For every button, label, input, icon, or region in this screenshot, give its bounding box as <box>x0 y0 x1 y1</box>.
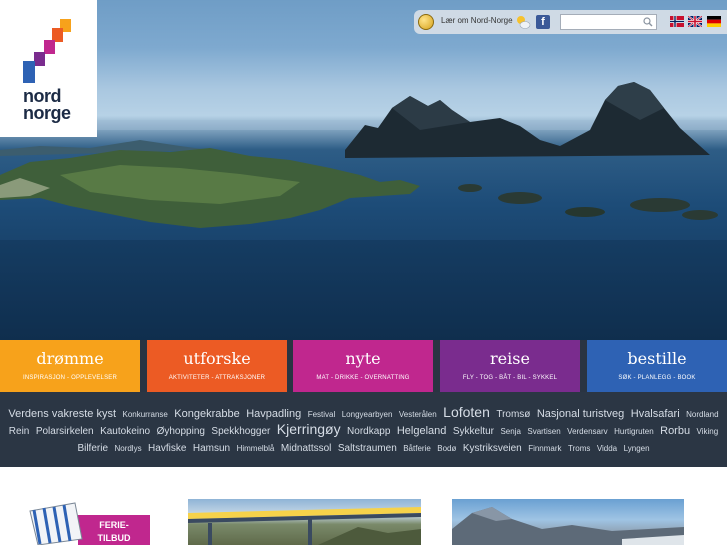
norwegian-flag-icon[interactable] <box>670 16 684 27</box>
tag-link[interactable]: Kautokeino <box>100 426 150 437</box>
ferie-tilbud-promo[interactable]: FERIE- TILBUD <box>20 501 150 545</box>
tile-title: utforske <box>183 349 251 368</box>
english-flag-icon[interactable] <box>688 16 702 27</box>
tile-nyte[interactable]: nyte MAT - DRIKKE - OVERNATTING <box>293 340 433 392</box>
featured-image-bridge[interactable] <box>188 499 421 545</box>
search-input[interactable] <box>560 14 657 30</box>
tag-link[interactable]: Nordlys <box>114 444 141 453</box>
facebook-icon[interactable]: f <box>536 15 550 29</box>
tag-link[interactable]: Nordkapp <box>347 426 390 437</box>
tag-link[interactable]: Bilferie <box>77 443 108 454</box>
tag-link[interactable]: Kjerringøy <box>277 421 341 437</box>
tag-link[interactable]: Lofoten <box>443 404 490 420</box>
landscape-illustration <box>0 82 727 340</box>
mountain-photo <box>452 507 684 545</box>
tile-utforske[interactable]: utforske AKTIVITETER - ATTRAKSJONER <box>147 340 287 392</box>
tag-link[interactable]: Hurtigruten <box>614 427 654 436</box>
tag-link[interactable]: Nasjonal turistveg <box>537 408 624 420</box>
content-area: FERIE- TILBUD <box>0 467 727 545</box>
tile-bestille[interactable]: bestille SØK - PLANLEGG - BOOK <box>587 340 727 392</box>
tag-link[interactable]: Havfiske <box>148 443 186 454</box>
tag-link[interactable]: Rein <box>9 426 30 437</box>
tile-subtitle: SØK - PLANLEGG - BOOK <box>618 375 696 381</box>
tile-title: nyte <box>345 349 381 368</box>
category-tiles: drømme INSPIRASJON - OPPLEVELSER utforsk… <box>0 340 727 392</box>
tag-link[interactable]: Hamsun <box>193 443 230 454</box>
tag-link[interactable]: Viking <box>697 427 719 436</box>
utility-bar: Lær om Nord-Norge f <box>414 10 727 34</box>
tag-link[interactable]: Konkurranse <box>122 410 167 419</box>
tag-link[interactable]: Vidda <box>597 444 617 453</box>
tag-link[interactable]: Tromsø <box>496 409 530 420</box>
search-icon[interactable] <box>643 17 653 27</box>
tile-subtitle: MAT - DRIKKE - OVERNATTING <box>316 375 410 381</box>
weather-icon[interactable] <box>515 14 531 30</box>
tile-title: reise <box>490 349 530 368</box>
tile-subtitle: FLY - TOG - BÅT - BIL - SYKKEL <box>462 375 558 381</box>
hero-image <box>0 0 727 340</box>
logo-mark-icon <box>23 19 71 83</box>
tag-link[interactable]: Kystriksveien <box>463 443 522 454</box>
tile-dromme[interactable]: drømme INSPIRASJON - OPPLEVELSER <box>0 340 140 392</box>
tag-link[interactable]: Båtferie <box>403 444 431 453</box>
tag-link[interactable]: Saltstraumen <box>338 443 397 454</box>
tile-reise[interactable]: reise FLY - TOG - BÅT - BIL - SYKKEL <box>440 340 580 392</box>
tag-cloud: Verdens vakreste kyst Konkurranse Kongek… <box>0 392 727 467</box>
tag-link[interactable]: Finnmark <box>528 444 561 453</box>
learn-about-link[interactable]: Lær om Nord-Norge <box>441 16 513 25</box>
tag-link[interactable]: Svartisen <box>527 427 560 436</box>
tag-link[interactable]: Festival <box>308 410 336 419</box>
logo-line-2: norge <box>23 103 71 123</box>
tag-link[interactable]: Hvalsafari <box>631 408 680 420</box>
tile-title: drømme <box>36 349 104 368</box>
tag-link[interactable]: Vesterålen <box>399 410 437 419</box>
tag-link[interactable]: Nordland <box>686 410 718 419</box>
bridge-photo <box>188 507 421 545</box>
tag-link[interactable]: Senja <box>500 427 520 436</box>
tag-link[interactable]: Helgeland <box>397 425 447 437</box>
globe-icon[interactable] <box>418 14 434 30</box>
tag-link[interactable]: Sykkeltur <box>453 426 494 437</box>
tag-link[interactable]: Himmelblå <box>237 444 275 453</box>
tag-link[interactable]: Spekkhogger <box>211 426 270 437</box>
tag-link[interactable]: Havpadling <box>246 408 301 420</box>
tag-link[interactable]: Verdensarv <box>567 427 607 436</box>
tag-link[interactable]: Midnattssol <box>281 443 332 454</box>
tile-subtitle: INSPIRASJON - OPPLEVELSER <box>22 375 118 381</box>
tag-link[interactable]: Kongekrabbe <box>174 408 239 420</box>
featured-image-mountain[interactable] <box>452 499 684 545</box>
promo-line-2: TILBUD <box>98 533 131 543</box>
german-flag-icon[interactable] <box>707 16 721 27</box>
logo-wordmark: nord norge <box>23 87 71 123</box>
tag-link[interactable]: Polarsirkelen <box>36 426 94 437</box>
nordnorge-logo[interactable]: nord norge <box>0 0 97 137</box>
tag-link[interactable]: Longyearbyen <box>342 410 393 419</box>
beach-chair-icon <box>29 502 83 545</box>
tag-link[interactable]: Bodø <box>437 444 456 453</box>
promo-line-1: FERIE- <box>99 520 129 530</box>
tile-subtitle: AKTIVITETER - ATTRAKSJONER <box>168 375 266 381</box>
tag-link[interactable]: Troms <box>568 444 590 453</box>
tag-link[interactable]: Lyngen <box>624 444 650 453</box>
tag-link[interactable]: Øyhopping <box>157 426 205 437</box>
tag-link[interactable]: Verdens vakreste kyst <box>8 408 116 420</box>
tag-link[interactable]: Rorbu <box>660 425 690 437</box>
tile-title: bestille <box>627 349 687 368</box>
